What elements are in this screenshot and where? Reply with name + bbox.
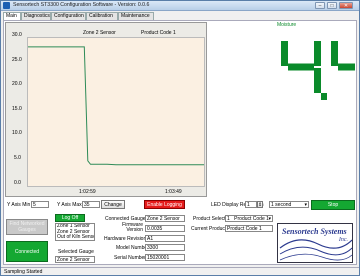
interval-select-value: 1 second	[271, 202, 292, 208]
gauge-list-item[interactable]: Out of Kiln Sensor	[57, 234, 94, 240]
x-tick: 1:02:59	[79, 189, 96, 195]
y-tick: 0.0	[14, 180, 21, 186]
y-tick: 20.0	[12, 81, 22, 87]
digit-segment	[314, 68, 321, 93]
chevron-down-icon: ▾	[304, 202, 307, 208]
moisture-trend-chart	[28, 46, 204, 166]
connected-indicator[interactable]: Connected	[6, 241, 48, 262]
app-icon	[3, 2, 10, 9]
digit-segment	[281, 41, 288, 66]
serial-number-label: Serial Number	[114, 255, 146, 261]
firmware-version-value: 0.0035	[145, 225, 185, 232]
hardware-revision-label: Hardware Revision	[104, 236, 147, 242]
gauge-list[interactable]: Zone 1 Sensor Zone 2 Sensor Out of Kiln …	[55, 223, 95, 241]
selected-gauge-label: Selected Gauge	[58, 249, 94, 255]
digit-segment	[331, 41, 338, 66]
current-product-value: Product Code 1	[225, 225, 273, 232]
series-line	[28, 46, 204, 166]
product-select-number: 1	[227, 216, 230, 222]
digit-segment	[338, 63, 355, 71]
log-off-button[interactable]: Log Off	[55, 214, 85, 222]
digit-segment	[314, 41, 321, 66]
product-select-label: Product Select	[193, 216, 226, 222]
y-tick: 30.0	[12, 32, 22, 38]
chart-header-left: Zone 2 Sensor	[83, 30, 116, 36]
digit-segment	[288, 63, 314, 71]
y-tick: 10.0	[12, 130, 22, 136]
x-tick: 1:03:49	[165, 189, 182, 195]
change-button[interactable]: Change	[101, 200, 125, 209]
moisture-display: Moisture	[215, 22, 355, 106]
y-axis-max-input[interactable]: 35	[82, 201, 100, 208]
company-logo: Sensortech Systems Inc.	[277, 223, 353, 263]
y-axis-min-label: Y Axis Min	[7, 202, 31, 208]
maximize-button[interactable]: □	[327, 2, 337, 9]
enable-logging-button[interactable]: Enable Logging	[144, 200, 185, 209]
y-tick: 15.0	[12, 106, 22, 112]
tab-calibration[interactable]: Calibration	[86, 12, 118, 20]
interval-select[interactable]: 1 second ▾	[269, 201, 309, 208]
app-window: Sensortech ST3300 Configuration Software…	[0, 0, 360, 276]
y-tick: 5.0	[14, 155, 21, 161]
y-axis-max-label: Y Axis Max	[57, 202, 82, 208]
tab-diagnostics[interactable]: Diagnostics	[21, 12, 51, 20]
status-text: Sampling Started	[4, 269, 43, 275]
model-number-label: Model Number	[116, 245, 149, 251]
status-bar: Sampling Started	[1, 267, 359, 275]
window-title: Sensortech ST3300 Configuration Software…	[13, 2, 150, 8]
minimize-button[interactable]: –	[315, 2, 325, 9]
product-select[interactable]: 1 Product Code 1 ▾	[225, 215, 273, 222]
spinner-arrows-icon: ⇕	[258, 202, 263, 208]
find-networked-gauges-button[interactable]: Find Networked Gauges	[6, 219, 48, 235]
led-resolution-input[interactable]: 1	[245, 201, 257, 208]
logo-subtext: Inc.	[338, 237, 348, 243]
tab-configuration[interactable]: Configuration	[51, 12, 86, 20]
chevron-down-icon: ▾	[268, 216, 271, 222]
close-button[interactable]: ✕	[339, 2, 353, 9]
serial-number-value: 15020001	[145, 254, 185, 261]
stop-button[interactable]: Stop	[311, 200, 355, 210]
product-select-code: Product Code 1	[234, 216, 269, 222]
current-product-label: Current Product	[191, 226, 227, 232]
selected-gauge-value: Zone 2 Sensor	[55, 256, 95, 263]
y-tick: 25.0	[12, 57, 22, 63]
hardware-revision-value: A1	[145, 235, 185, 242]
decimal-point	[321, 93, 327, 100]
firmware-version-label: Firmware Version	[122, 222, 143, 233]
model-number-value: 3300	[145, 244, 185, 251]
tab-maintenance[interactable]: Maintenance	[118, 12, 154, 20]
title-bar[interactable]: Sensortech ST3300 Configuration Software…	[1, 1, 359, 11]
logo-text: Sensortech Systems	[282, 227, 347, 236]
moisture-value-digits	[281, 41, 355, 100]
connected-gauge-value: Zone 2 Sensor	[145, 215, 185, 222]
y-axis-min-input[interactable]: 5	[31, 201, 49, 208]
chart-header-right: Product Code 1	[141, 30, 176, 36]
led-resolution-spinner[interactable]: ⇕	[257, 201, 263, 208]
